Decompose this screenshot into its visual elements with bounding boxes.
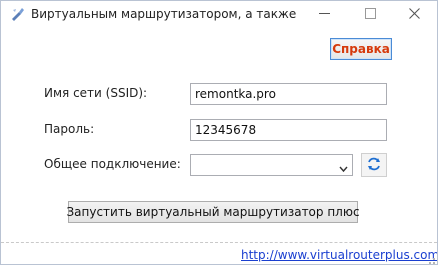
resize-grip-icon[interactable] xyxy=(425,253,435,264)
title-bar: Виртуальным маршрутизатором, а также xyxy=(1,1,437,31)
window-title: Виртуальным маршрутизатором, а также xyxy=(31,7,297,21)
minimize-button[interactable] xyxy=(301,1,347,25)
close-icon xyxy=(408,7,420,19)
shared-connection-label: Общее подключение: xyxy=(44,157,181,171)
password-input[interactable] xyxy=(190,119,387,141)
minimize-icon xyxy=(318,8,330,19)
refresh-button[interactable] xyxy=(361,153,387,177)
app-icon xyxy=(10,6,26,22)
website-link[interactable]: http://www.virtualrouterplus.com xyxy=(241,248,437,262)
refresh-icon xyxy=(366,156,382,175)
chevron-down-icon xyxy=(339,162,348,173)
help-button[interactable]: Справка xyxy=(330,38,392,60)
ssid-input[interactable] xyxy=(190,83,387,105)
start-router-button[interactable]: Запустить виртуальный маршрутизатор плюс xyxy=(66,201,360,223)
app-window: Виртуальным маршрутизатором, а также Спр… xyxy=(0,0,438,265)
maximize-button[interactable] xyxy=(347,1,393,25)
shared-connection-select[interactable] xyxy=(190,154,353,176)
status-bar: http://www.virtualrouterplus.com xyxy=(1,242,437,264)
password-label: Пароль: xyxy=(44,122,95,136)
ssid-label: Имя сети (SSID): xyxy=(44,86,148,100)
close-button[interactable] xyxy=(391,1,437,25)
maximize-icon xyxy=(364,7,376,19)
